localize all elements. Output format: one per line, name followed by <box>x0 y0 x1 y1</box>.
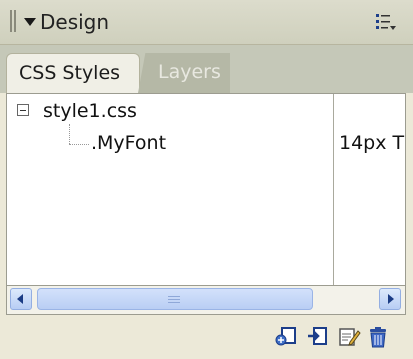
tree-connector-line <box>69 124 70 144</box>
new-css-rule-icon[interactable] <box>306 326 330 348</box>
scroll-right-button[interactable] <box>379 288 401 310</box>
scroll-thumb[interactable] <box>37 288 313 310</box>
design-panel: Design CSS Styles Layers style1.css .MyF… <box>0 0 413 359</box>
panel-header[interactable]: Design <box>0 0 413 45</box>
tree-node-rule[interactable]: .MyFont <box>91 132 166 154</box>
tree-node-stylesheet[interactable]: style1.css <box>43 100 137 122</box>
edit-style-icon[interactable] <box>337 326 361 348</box>
tab-css-styles-label: CSS Styles <box>19 62 121 84</box>
column-separator[interactable] <box>333 94 334 285</box>
tree-connector-line <box>69 144 89 145</box>
attach-style-sheet-icon[interactable] <box>275 326 299 348</box>
rule-property-value: 14px Tim <box>339 132 405 154</box>
panel-title[interactable]: Design <box>40 10 109 34</box>
panel-options-icon[interactable] <box>375 12 397 32</box>
horizontal-scrollbar[interactable] <box>6 286 406 315</box>
tab-layers[interactable]: Layers <box>138 53 230 93</box>
tab-layers-label: Layers <box>158 61 221 83</box>
tab-bar: CSS Styles Layers <box>0 45 413 93</box>
delete-style-icon[interactable] <box>366 326 390 348</box>
drag-grip[interactable] <box>10 10 16 32</box>
css-rules-tree[interactable]: style1.css .MyFont 14px Tim <box>6 93 406 286</box>
scroll-left-button[interactable] <box>10 288 32 310</box>
collapse-arrow-icon[interactable] <box>24 18 36 26</box>
collapse-tree-node-icon[interactable] <box>17 104 29 116</box>
bottom-toolbar <box>0 316 413 359</box>
scroll-thumb-grip-icon <box>168 295 180 305</box>
tab-css-styles[interactable]: CSS Styles <box>6 53 140 93</box>
